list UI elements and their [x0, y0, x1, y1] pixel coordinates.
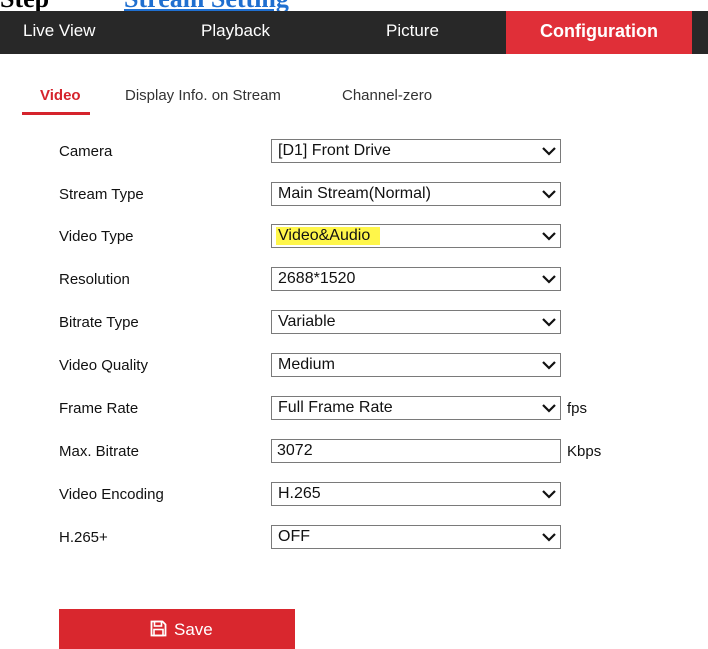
chevron-down-icon: [542, 361, 556, 370]
h265plus-row: H.265+ OFF: [0, 525, 708, 551]
video-quality-select[interactable]: Medium: [271, 353, 561, 377]
bitrate-type-row: Bitrate Type Variable: [0, 310, 708, 336]
chevron-down-icon: [542, 490, 556, 499]
active-subtab-indicator: [22, 112, 90, 115]
camera-row: Camera [D1] Front Drive: [0, 139, 708, 165]
max-bitrate-label: Max. Bitrate: [59, 443, 140, 460]
stream-type-value: Main Stream(Normal): [278, 185, 431, 202]
top-nav-bar: Live View Playback Picture Configuration: [0, 11, 708, 54]
max-bitrate-input[interactable]: [271, 439, 561, 463]
stream-type-select[interactable]: Main Stream(Normal): [271, 182, 561, 206]
stream-type-label: Stream Type: [59, 186, 144, 203]
nav-tab-picture[interactable]: Picture: [386, 11, 439, 54]
video-type-select[interactable]: Video&Audio: [271, 224, 561, 248]
frame-rate-label: Frame Rate: [59, 400, 139, 417]
max-bitrate-unit: Kbps: [567, 443, 602, 460]
nav-tab-configuration[interactable]: Configuration: [506, 11, 692, 54]
video-encoding-row: Video Encoding H.265: [0, 482, 708, 508]
camera-value: [D1] Front Drive: [278, 142, 391, 159]
video-type-row: Video Type Video&Audio: [0, 224, 708, 250]
video-type-value: Video&Audio: [276, 227, 381, 245]
chevron-down-icon: [542, 190, 556, 199]
subtab-display-info[interactable]: Display Info. on Stream: [125, 82, 281, 110]
floppy-disk-icon: [150, 620, 167, 637]
h265plus-label: H.265+: [59, 529, 108, 546]
subtab-channel-zero[interactable]: Channel-zero: [342, 82, 432, 110]
video-type-label: Video Type: [59, 228, 134, 245]
resolution-label: Resolution: [59, 271, 130, 288]
frame-rate-select[interactable]: Full Frame Rate: [271, 396, 561, 420]
sub-tabs: Video Display Info. on Stream Channel-ze…: [22, 82, 702, 115]
resolution-value: 2688*1520: [278, 270, 356, 287]
video-encoding-value: H.265: [278, 485, 321, 502]
h265plus-value: OFF: [278, 528, 310, 545]
camera-label: Camera: [59, 143, 113, 160]
video-encoding-select[interactable]: H.265: [271, 482, 561, 506]
chevron-down-icon: [542, 404, 556, 413]
nav-tab-live-view[interactable]: Live View: [23, 11, 95, 54]
resolution-row: Resolution 2688*1520: [0, 267, 708, 293]
resolution-select[interactable]: 2688*1520: [271, 267, 561, 291]
video-encoding-label: Video Encoding: [59, 486, 164, 503]
video-quality-value: Medium: [278, 356, 335, 373]
chevron-down-icon: [542, 533, 556, 542]
bitrate-type-select[interactable]: Variable: [271, 310, 561, 334]
chevron-down-icon: [542, 232, 556, 241]
subtab-video[interactable]: Video: [40, 82, 81, 110]
video-quality-row: Video Quality Medium: [0, 353, 708, 379]
bitrate-type-label: Bitrate Type: [59, 314, 139, 331]
chevron-down-icon: [542, 147, 556, 156]
chevron-down-icon: [542, 275, 556, 284]
save-button[interactable]: Save: [59, 609, 295, 649]
bitrate-type-value: Variable: [278, 313, 336, 330]
save-button-label: Save: [174, 620, 213, 639]
chevron-down-icon: [542, 318, 556, 327]
frame-rate-value: Full Frame Rate: [278, 399, 393, 416]
frame-rate-unit: fps: [567, 400, 588, 417]
stream-type-row: Stream Type Main Stream(Normal): [0, 182, 708, 208]
frame-rate-row: Frame Rate Full Frame Rate fps: [0, 396, 708, 422]
h265plus-select[interactable]: OFF: [271, 525, 561, 549]
nav-tab-playback[interactable]: Playback: [201, 11, 270, 54]
camera-select[interactable]: [D1] Front Drive: [271, 139, 561, 163]
video-quality-label: Video Quality: [59, 357, 148, 374]
max-bitrate-row: Max. Bitrate Kbps: [0, 439, 708, 465]
